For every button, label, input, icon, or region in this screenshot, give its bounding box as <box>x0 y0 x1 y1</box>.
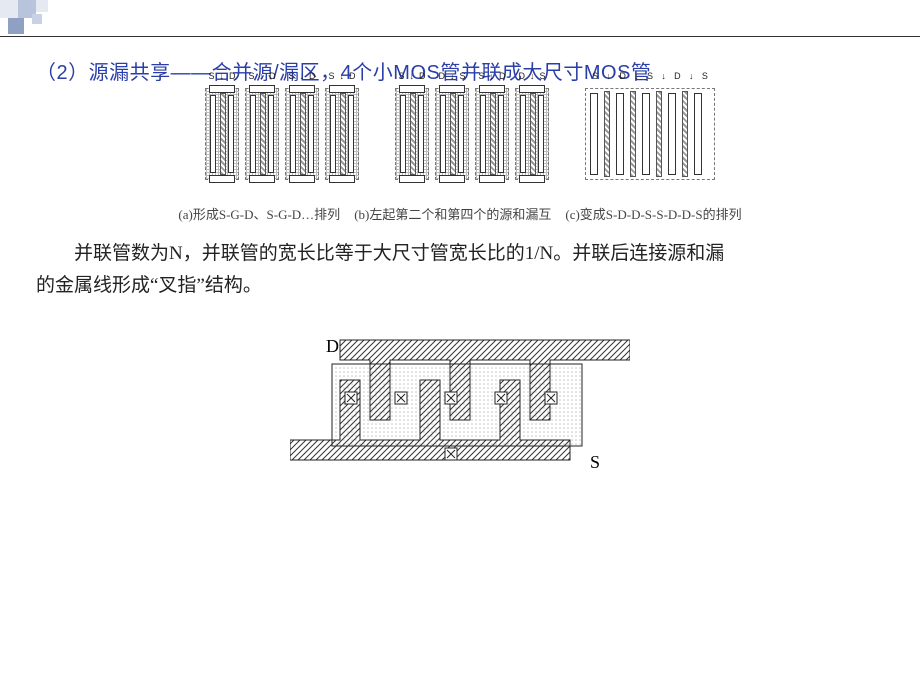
mos-unit: S↓D <box>245 88 279 180</box>
slide-corner-decoration <box>0 0 60 36</box>
mos-unit: S↓D <box>325 88 359 180</box>
mos-unit: S↓D <box>285 88 319 180</box>
caption-b: (b)左起第二个和第四个的源和漏互 <box>354 204 551 223</box>
s-label: S <box>590 452 600 472</box>
caption-a: (a)形成S-G-D、S-G-D…排列 <box>178 204 340 223</box>
interdigitated-diagram: D S <box>290 330 630 480</box>
figure-b: S↓D D↓S S↓D D↓S <box>395 88 549 180</box>
d-label: D <box>326 336 339 356</box>
caption-c: (c)变成S-D-D-S-S-D-D-S的排列 <box>565 204 741 223</box>
mos-unit: S↓D <box>395 88 429 180</box>
mos-unit: S↓D <box>205 88 239 180</box>
figure-row: S↓D S↓D S↓D S↓D S↓D D↓S S↓D D <box>0 88 920 180</box>
figure-captions: (a)形成S-G-D、S-G-D…排列 (b)左起第二个和第四个的源和漏互 (c… <box>0 204 920 223</box>
mos-unit: D↓S <box>515 88 549 180</box>
body-paragraph: 并联管数为N，并联管的宽长比等于大尺寸管宽长比的1/N。并联后连接源和漏 的金属… <box>36 238 884 303</box>
mos-unit: S↓D <box>475 88 509 180</box>
figure-c: S↓ D↓ S↓ D↓ S <box>585 88 715 180</box>
mos-unit: D↓S <box>435 88 469 180</box>
figure-a: S↓D S↓D S↓D S↓D <box>205 88 359 180</box>
slide-divider <box>0 36 920 37</box>
